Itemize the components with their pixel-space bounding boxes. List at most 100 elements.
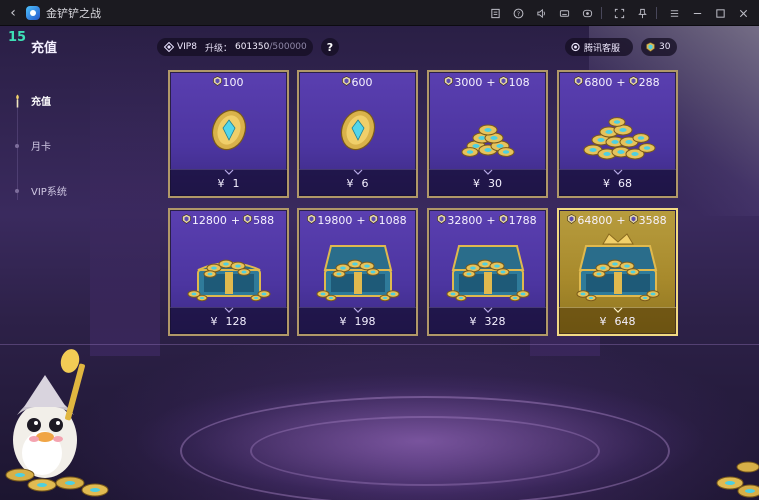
vip-level: VIP8 — [177, 42, 197, 52]
pack-price-button[interactable]: ¥6 — [299, 169, 416, 196]
vip-current-exp: 601350 — [234, 42, 270, 52]
chevron-down-icon — [353, 165, 363, 175]
close-icon[interactable] — [733, 0, 753, 26]
coin-icon — [243, 213, 252, 227]
coin-icon — [574, 75, 584, 89]
plus-sign: + — [486, 75, 496, 89]
coin-icon — [498, 213, 508, 227]
pack-base-amount: 19800 — [317, 213, 353, 227]
chest-small-illustration — [170, 228, 287, 310]
pack-base-amount: 6800 — [584, 75, 613, 89]
pack-bonus-amount: 3588 — [638, 213, 667, 227]
chest-open-illustration — [429, 228, 546, 310]
record-icon[interactable] — [577, 0, 597, 26]
page-title: 充值 — [31, 41, 58, 56]
maximize-icon[interactable] — [710, 0, 730, 26]
season-logo: 15 — [8, 30, 27, 45]
pack-base-amount: 12800 — [191, 213, 227, 227]
arena-ring-inner — [250, 416, 600, 486]
recharge-pack-card[interactable]: 6800 +288 ¥68 — [557, 70, 678, 198]
vip-upgrade-label: 升级： — [204, 43, 232, 54]
window-titlebar: ‹ 金铲铲之战 ? — [0, 0, 759, 26]
pack-base-amount: 3000 — [454, 75, 483, 89]
coin-icon — [182, 213, 191, 227]
pack-amount: 64800 +3588 — [559, 212, 676, 228]
balance-value: 30 — [659, 42, 671, 52]
sidebar-item-label: 充值 — [31, 97, 51, 108]
sidebar-item-recharge[interactable]: 充值 — [0, 78, 130, 123]
keyboard-icon[interactable] — [554, 0, 574, 26]
currency-symbol: ¥ — [473, 176, 480, 190]
coin-pile-decoration — [716, 461, 759, 498]
currency-symbol: ¥ — [469, 314, 477, 328]
minimize-icon[interactable] — [687, 0, 707, 26]
plus-sign: + — [356, 213, 366, 227]
pack-price: 128 — [225, 314, 247, 328]
pack-base-amount: 100 — [222, 75, 244, 89]
recharge-pack-card[interactable]: 19800 +1088 ¥198 — [297, 208, 418, 336]
chevron-down-icon — [483, 165, 493, 175]
pin-icon[interactable] — [632, 0, 652, 26]
vip-max-exp: 500000 — [272, 42, 307, 52]
coin-icon — [628, 213, 638, 227]
help-circle-icon[interactable]: ? — [508, 0, 528, 26]
back-arrow-icon[interactable]: ‹ — [4, 0, 22, 26]
recharge-pack-card[interactable]: 32800 +1788 ¥328 — [427, 208, 548, 336]
pack-price-button[interactable]: ¥198 — [299, 307, 416, 334]
sidebar: 充值 月卡 VIP系统 — [0, 78, 130, 213]
pack-bonus-amount: 588 — [253, 213, 275, 227]
chevron-down-icon — [224, 303, 234, 313]
currency-symbol: ¥ — [339, 314, 347, 328]
currency-symbol: ¥ — [346, 176, 354, 190]
coin-stack-large-illustration — [559, 90, 676, 172]
pack-price-button[interactable]: ¥30 — [429, 169, 546, 196]
sidebar-item-monthly-card[interactable]: 月卡 — [0, 123, 130, 168]
sidebar-item-vip-system[interactable]: VIP系统 — [0, 168, 130, 213]
pack-price-button[interactable]: ¥68 — [559, 169, 676, 196]
support-headset-icon — [571, 42, 580, 52]
pack-price-button[interactable]: ¥128 — [170, 307, 287, 334]
note-icon[interactable] — [485, 0, 505, 26]
coin-icon — [646, 42, 655, 52]
pack-price-button[interactable]: ¥1 — [170, 169, 287, 196]
pack-amount: 600 — [299, 74, 416, 90]
coin-balance: 30 — [641, 38, 677, 56]
support-label: 腾讯客服 — [584, 43, 621, 54]
recharge-pack-card[interactable]: 12800 +588 ¥128 — [168, 208, 289, 336]
vip-progress[interactable]: VIP8 升级： 601350 / 500000 — [157, 38, 313, 56]
recharge-pack-card[interactable]: 3000 +108 ¥30 — [427, 70, 548, 198]
recharge-pack-card[interactable]: 600 ¥6 — [297, 70, 418, 198]
pack-bonus-amount: 288 — [638, 75, 660, 89]
chevron-down-icon — [224, 165, 234, 175]
fullscreen-icon[interactable] — [609, 0, 629, 26]
sidebar-item-label: VIP系统 — [31, 187, 67, 198]
pack-bonus-amount: 1788 — [508, 213, 537, 227]
volume-icon[interactable] — [531, 0, 551, 26]
pack-price: 1 — [232, 176, 240, 190]
recharge-pack-card[interactable]: 100 ¥1 — [168, 70, 289, 198]
menu-icon[interactable] — [664, 0, 684, 26]
pack-base-amount: 32800 — [447, 213, 483, 227]
customer-support-button[interactable]: 腾讯客服 — [565, 38, 633, 56]
plus-sign: + — [616, 75, 626, 89]
titlebar-divider — [601, 7, 602, 19]
plus-sign: + — [486, 213, 496, 227]
coin-icon — [437, 213, 447, 227]
pack-price-button[interactable]: ¥648 — [559, 307, 676, 334]
torch-icon — [16, 94, 19, 107]
help-button[interactable]: ? — [321, 38, 339, 56]
pack-amount: 19800 +1088 — [299, 212, 416, 228]
pack-bonus-amount: 108 — [508, 75, 530, 89]
chest-medium-illustration — [299, 228, 416, 310]
chevron-down-icon — [613, 303, 623, 313]
coin-single-illustration — [299, 90, 416, 172]
pack-amount: 6800 +288 — [559, 74, 676, 90]
chevron-down-icon — [353, 303, 363, 313]
sidebar-item-label: 月卡 — [31, 142, 51, 153]
recharge-pack-card[interactable]: 64800 +3588 ¥648 — [557, 208, 678, 336]
coin-icon — [628, 75, 638, 89]
pack-amount: 12800 +588 — [170, 212, 287, 228]
chest-grand-illustration — [559, 228, 676, 310]
svg-text:?: ? — [516, 9, 519, 17]
pack-price-button[interactable]: ¥328 — [429, 307, 546, 334]
